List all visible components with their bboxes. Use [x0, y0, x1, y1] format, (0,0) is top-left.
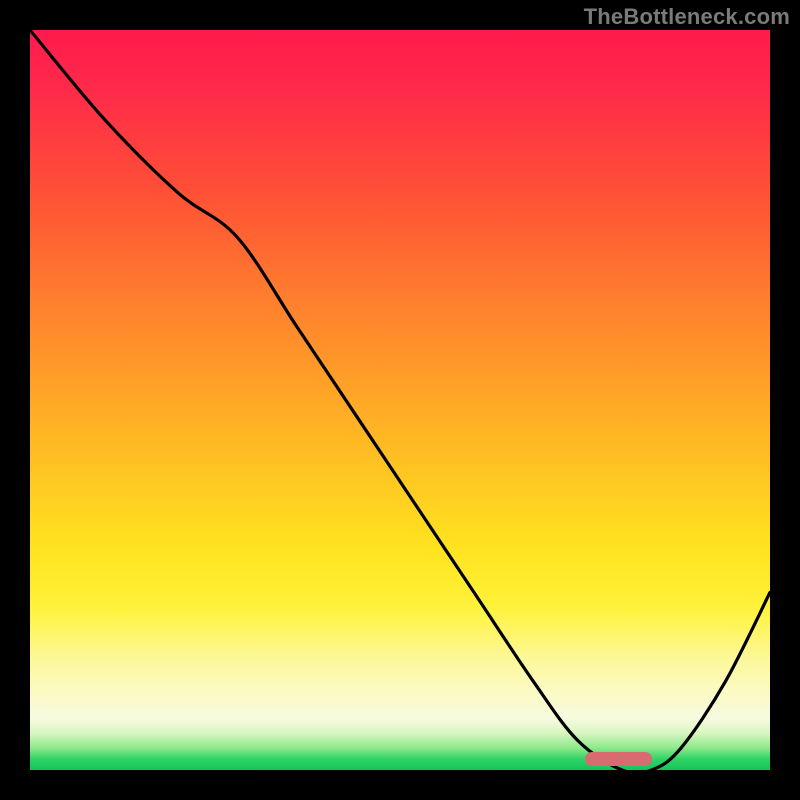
bottleneck-curve	[30, 30, 770, 770]
chart-frame: TheBottleneck.com	[0, 0, 800, 800]
optimal-range-marker	[585, 752, 652, 766]
plot-area	[30, 30, 770, 770]
watermark-text: TheBottleneck.com	[584, 4, 790, 30]
